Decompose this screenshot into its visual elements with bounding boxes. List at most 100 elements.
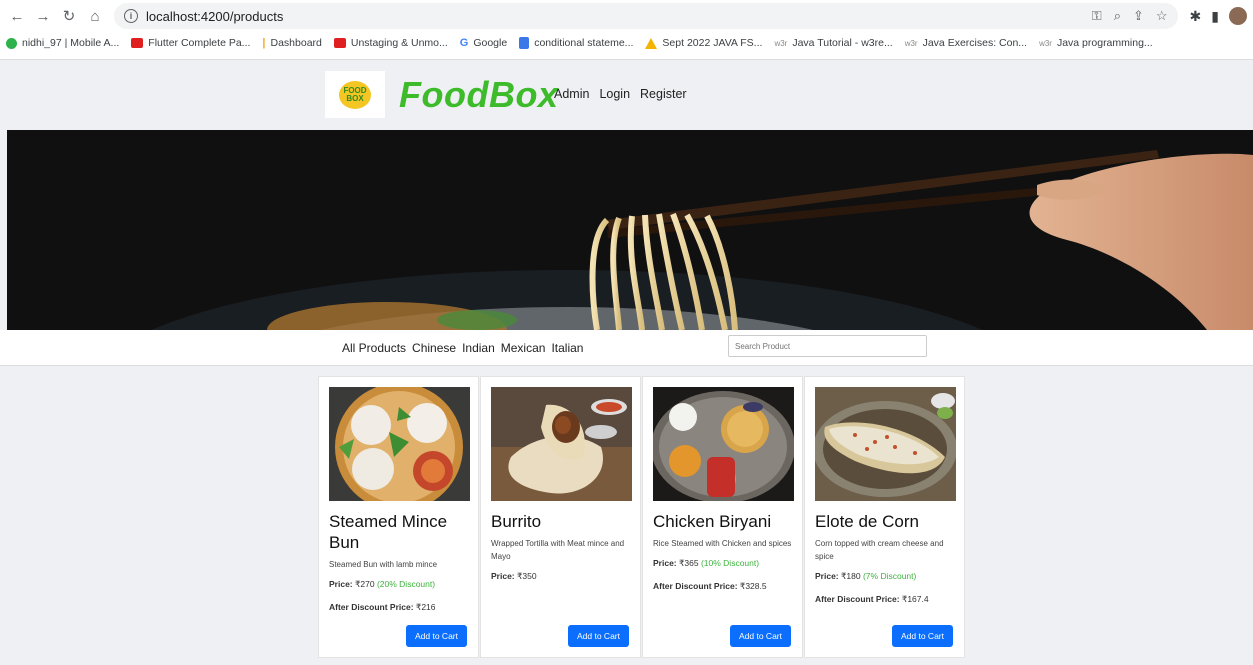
product-image[interactable] bbox=[329, 387, 470, 501]
w3r-icon: w3r bbox=[1039, 38, 1052, 48]
green-circle-icon bbox=[6, 37, 17, 49]
side-panel-icon[interactable]: ▮ bbox=[1211, 8, 1219, 25]
price-value: ₹365 bbox=[679, 558, 699, 568]
product-price: Price: ₹180 (7% Discount) bbox=[815, 571, 954, 582]
after-discount-price: After Discount Price: ₹167.4 bbox=[815, 594, 954, 605]
product-price: Price: ₹270 (20% Discount) bbox=[329, 579, 468, 590]
product-title[interactable]: Burrito bbox=[491, 511, 630, 532]
nav-register-link[interactable]: Register bbox=[640, 87, 687, 101]
product-price: Price: ₹365 (10% Discount) bbox=[653, 558, 792, 569]
product-card: Elote de Corn Corn topped with cream che… bbox=[804, 376, 965, 658]
bookmark-label: Java Tutorial - w3re... bbox=[792, 37, 893, 49]
logo-text-bottom: BOX bbox=[346, 93, 364, 103]
filter-bar: All Products Chinese Indian Mexican Ital… bbox=[0, 330, 1253, 366]
after-discount-label: After Discount Price: bbox=[653, 581, 738, 591]
after-discount-label: After Discount Price: bbox=[329, 602, 414, 612]
omnibox-actions: ⚿ ⌕ ⇪ ☆ bbox=[1092, 8, 1168, 24]
price-label: Price: bbox=[329, 579, 353, 589]
product-title[interactable]: Elote de Corn bbox=[815, 511, 954, 532]
product-card: Chicken Biryani Rice Steamed with Chicke… bbox=[642, 376, 803, 658]
category-chinese[interactable]: Chinese bbox=[412, 341, 456, 355]
bookmark-item[interactable]: w3r Java programming... bbox=[1039, 37, 1153, 49]
price-label: Price: bbox=[491, 571, 515, 581]
category-italian[interactable]: Italian bbox=[551, 341, 583, 355]
drive-icon bbox=[645, 37, 658, 49]
bookmark-label: Flutter Complete Pa... bbox=[148, 37, 251, 49]
key-icon[interactable]: ⚿ bbox=[1092, 8, 1102, 24]
burrito-illustration bbox=[491, 387, 632, 501]
product-description: Steamed Bun with lamb mince bbox=[329, 560, 438, 569]
category-filters: All Products Chinese Indian Mexican Ital… bbox=[342, 341, 583, 355]
category-mexican[interactable]: Mexican bbox=[501, 341, 546, 355]
price-value: ₹350 bbox=[517, 571, 537, 581]
bookmark-item[interactable]: w3r Java Exercises: Con... bbox=[905, 37, 1027, 49]
product-card: Burrito Wrapped Tortilla with Meat mince… bbox=[480, 376, 641, 658]
add-to-cart-button[interactable]: Add to Cart bbox=[568, 625, 629, 647]
product-description: Corn topped with cream cheese and spice bbox=[815, 539, 944, 561]
price-label: Price: bbox=[653, 558, 677, 568]
bookmark-item[interactable]: G Google bbox=[460, 37, 507, 49]
noodles-chopsticks-illustration bbox=[7, 130, 1253, 330]
bookmark-label: Java programming... bbox=[1056, 37, 1153, 49]
home-icon[interactable]: ⌂ bbox=[84, 5, 106, 27]
bookmark-item[interactable]: nidhi_97 | Mobile A... bbox=[6, 37, 119, 49]
bookmark-item[interactable]: Sept 2022 JAVA FS... bbox=[645, 37, 762, 49]
bookmark-item[interactable]: Unstaging & Unmo... bbox=[333, 37, 448, 49]
w3r-icon: w3r bbox=[774, 38, 788, 48]
discount-text: (20% Discount) bbox=[376, 579, 436, 589]
zoom-icon[interactable]: ⌕ bbox=[1114, 8, 1121, 24]
youtube-icon bbox=[131, 38, 144, 48]
price-value: ₹270 bbox=[355, 579, 375, 589]
bookmark-label: Unstaging & Unmo... bbox=[350, 37, 448, 49]
product-image[interactable] bbox=[653, 387, 794, 501]
bookmark-item[interactable]: w3r Java Tutorial - w3re... bbox=[774, 37, 892, 49]
address-bar[interactable]: i localhost:4200/products ⚿ ⌕ ⇪ ☆ bbox=[114, 3, 1178, 29]
forward-arrow-icon[interactable]: → bbox=[32, 5, 54, 27]
bookmark-star-icon[interactable]: ☆ bbox=[1156, 8, 1168, 24]
nav-login-link[interactable]: Login bbox=[599, 87, 630, 101]
search-product-input[interactable] bbox=[728, 335, 927, 357]
bookmark-item[interactable]: conditional stateme... bbox=[519, 37, 633, 49]
reload-icon[interactable]: ↻ bbox=[58, 5, 80, 27]
biryani-thali-illustration bbox=[653, 387, 794, 501]
after-discount-value: ₹167.4 bbox=[901, 594, 929, 604]
back-arrow-icon[interactable]: ← bbox=[6, 5, 28, 27]
product-image[interactable] bbox=[491, 387, 632, 501]
bookmark-item[interactable]: | Dashboard bbox=[262, 37, 321, 49]
main-nav: Admin Login Register bbox=[554, 87, 687, 101]
price-label: Price: bbox=[815, 571, 839, 581]
browser-chrome: ← → ↻ ⌂ i localhost:4200/products ⚿ ⌕ ⇪ … bbox=[0, 0, 1253, 60]
brand-name[interactable]: FoodBox bbox=[399, 74, 558, 116]
profile-avatar[interactable] bbox=[1229, 7, 1247, 25]
discount-text: (10% Discount) bbox=[700, 558, 760, 568]
add-to-cart-button[interactable]: Add to Cart bbox=[406, 625, 467, 647]
after-discount-value: ₹216 bbox=[415, 602, 436, 612]
nav-admin-link[interactable]: Admin bbox=[554, 87, 589, 101]
product-image[interactable] bbox=[815, 387, 956, 501]
product-description: Rice Steamed with Chicken and spices bbox=[653, 539, 792, 548]
product-title[interactable]: Chicken Biryani bbox=[653, 511, 792, 532]
bar-chart-icon: | bbox=[262, 37, 266, 49]
bookmarks-bar: nidhi_97 | Mobile A... Flutter Complete P… bbox=[0, 32, 1253, 54]
toolbar-right: ✱ ▮ bbox=[1190, 7, 1247, 25]
product-grid: Steamed Mince Bun Steamed Bun with lamb … bbox=[318, 376, 965, 658]
url-text: localhost:4200/products bbox=[146, 8, 284, 24]
google-icon: G bbox=[459, 37, 469, 49]
share-icon[interactable]: ⇪ bbox=[1133, 8, 1144, 24]
foodbox-logo[interactable]: FOOD BOX bbox=[325, 71, 385, 118]
extensions-puzzle-icon[interactable]: ✱ bbox=[1190, 8, 1202, 25]
elote-corn-illustration bbox=[815, 387, 956, 501]
site-header: FOOD BOX FoodBox Admin Login Register bbox=[0, 60, 1253, 130]
site-info-icon[interactable]: i bbox=[124, 9, 138, 23]
product-title[interactable]: Steamed Mince Bun bbox=[329, 511, 468, 553]
bookmark-label: nidhi_97 | Mobile A... bbox=[22, 37, 120, 49]
add-to-cart-button[interactable]: Add to Cart bbox=[730, 625, 791, 647]
bookmark-item[interactable]: Flutter Complete Pa... bbox=[131, 37, 250, 49]
add-to-cart-button[interactable]: Add to Cart bbox=[892, 625, 953, 647]
bookmark-label: conditional stateme... bbox=[534, 37, 634, 49]
after-discount-value: ₹328.5 bbox=[739, 581, 767, 591]
bookmark-label: Dashboard bbox=[270, 37, 322, 49]
youtube-icon bbox=[333, 38, 346, 48]
category-all-products[interactable]: All Products bbox=[342, 341, 406, 355]
category-indian[interactable]: Indian bbox=[462, 341, 495, 355]
